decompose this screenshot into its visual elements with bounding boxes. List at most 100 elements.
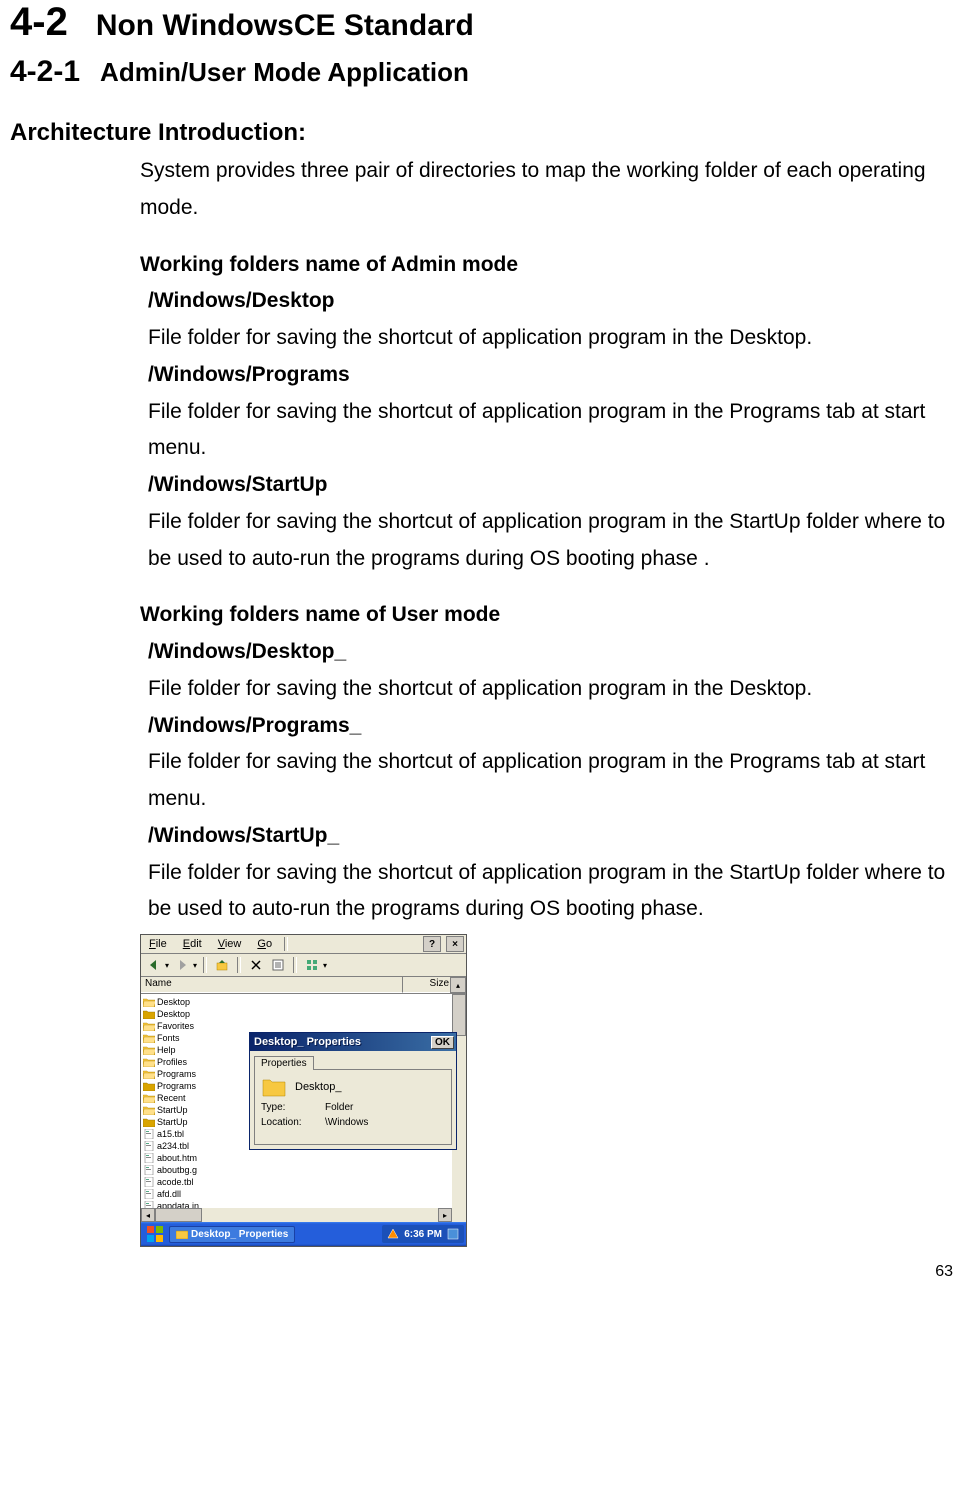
- file-icon: [143, 1177, 155, 1187]
- menubar: File Edit View Go ? ×: [141, 935, 466, 954]
- properties-titlebar[interactable]: Desktop_ Properties OK: [250, 1033, 456, 1051]
- file-icon: [143, 1189, 155, 1199]
- properties-panel: Desktop_ Type: Folder Location: \Windows: [254, 1069, 452, 1145]
- folder-icon: [261, 1076, 287, 1098]
- up-folder-button[interactable]: [213, 956, 231, 974]
- list-item-label: afd.dll: [157, 1189, 181, 1199]
- user-mode-heading: Working folders name of User mode: [140, 597, 963, 634]
- explorer-screenshot: File Edit View Go ? × ▾ ▾: [140, 934, 467, 1247]
- menu-edit[interactable]: Edit: [177, 938, 208, 950]
- ok-button[interactable]: OK: [431, 1036, 454, 1049]
- list-item[interactable]: Desktop: [143, 1008, 261, 1020]
- file-list: DesktopDesktopFavoritesFontsHelpProfiles…: [143, 996, 261, 1222]
- scroll-up-button[interactable]: ▴: [450, 977, 466, 993]
- list-item-label: a15.tbl: [157, 1129, 184, 1139]
- list-item-label: Help: [157, 1045, 176, 1055]
- back-button[interactable]: [145, 956, 163, 974]
- delete-button[interactable]: [247, 956, 265, 974]
- scroll-right-button[interactable]: ▸: [438, 1208, 452, 1222]
- toolbar-separator-2: [237, 957, 241, 973]
- list-item[interactable]: aboutbg.g: [143, 1164, 261, 1176]
- view-button[interactable]: [303, 956, 321, 974]
- list-item[interactable]: Programs: [143, 1080, 261, 1092]
- list-item[interactable]: Programs: [143, 1068, 261, 1080]
- folder-open-icon: [143, 1033, 155, 1043]
- menu-go[interactable]: Go: [251, 938, 278, 950]
- show-desktop-icon[interactable]: [446, 1227, 460, 1241]
- properties-button[interactable]: [269, 956, 287, 974]
- folder-open-icon: [143, 997, 155, 1007]
- help-button[interactable]: ?: [423, 936, 441, 952]
- list-item[interactable]: Fonts: [143, 1032, 261, 1044]
- forward-dropdown-icon[interactable]: ▾: [193, 961, 197, 970]
- heading-4-2-num: 4-2: [10, 0, 68, 45]
- admin-folder-programs-desc: File folder for saving the shortcut of a…: [148, 394, 963, 468]
- admin-folder-startup-name: /Windows/StartUp: [148, 467, 963, 504]
- list-item[interactable]: Recent: [143, 1092, 261, 1104]
- list-item[interactable]: Desktop: [143, 996, 261, 1008]
- user-folder-desktop-name: /Windows/Desktop_: [148, 634, 963, 671]
- list-item-label: acode.tbl: [157, 1177, 194, 1187]
- menu-view[interactable]: View: [212, 938, 248, 950]
- toolbar-separator-1: [203, 957, 207, 973]
- list-item-label: aboutbg.g: [157, 1165, 197, 1175]
- list-item[interactable]: Profiles: [143, 1056, 261, 1068]
- list-item-label: Favorites: [157, 1021, 194, 1031]
- forward-button[interactable]: [173, 956, 191, 974]
- list-item[interactable]: acode.tbl: [143, 1176, 261, 1188]
- scroll-left-button[interactable]: ◂: [141, 1208, 155, 1222]
- clock[interactable]: 6:36 PM: [404, 1229, 442, 1240]
- folder-icon: [143, 1081, 155, 1091]
- folder-icon: [143, 1117, 155, 1127]
- system-tray: 6:36 PM: [382, 1225, 464, 1243]
- list-item[interactable]: a15.tbl: [143, 1128, 261, 1140]
- toolbar: ▾ ▾ ▾: [141, 954, 466, 977]
- list-item[interactable]: about.htm: [143, 1152, 261, 1164]
- intro-paragraph: System provides three pair of directorie…: [140, 153, 963, 227]
- folder-open-icon: [143, 1069, 155, 1079]
- list-item[interactable]: a234.tbl: [143, 1140, 261, 1152]
- heading-4-2: 4-2 Non WindowsCE Standard: [10, 0, 963, 45]
- properties-tab[interactable]: Properties: [254, 1056, 314, 1070]
- file-icon: [143, 1165, 155, 1175]
- horizontal-scrollbar[interactable]: ◂ ▸: [141, 1208, 452, 1222]
- page-number: 63: [10, 1263, 963, 1281]
- close-button[interactable]: ×: [446, 936, 464, 952]
- list-item[interactable]: Favorites: [143, 1020, 261, 1032]
- taskbar-item[interactable]: Desktop_ Properties: [169, 1226, 295, 1243]
- list-item[interactable]: afd.dll: [143, 1188, 261, 1200]
- folder-icon: [143, 1009, 155, 1019]
- heading-4-2-1-title: Admin/User Mode Application: [100, 57, 469, 88]
- menu-file[interactable]: File: [143, 938, 173, 950]
- folder-open-icon: [143, 1021, 155, 1031]
- back-dropdown-icon[interactable]: ▾: [165, 961, 169, 970]
- list-item-label: Fonts: [157, 1033, 180, 1043]
- view-dropdown-icon[interactable]: ▾: [323, 961, 327, 970]
- start-button[interactable]: [143, 1224, 167, 1244]
- properties-dialog: Desktop_ Properties OK Properties Deskto…: [249, 1032, 457, 1150]
- admin-folder-startup-desc: File folder for saving the shortcut of a…: [148, 504, 963, 578]
- list-item[interactable]: Help: [143, 1044, 261, 1056]
- folder-open-icon: [143, 1057, 155, 1067]
- file-icon: [143, 1153, 155, 1163]
- list-item[interactable]: StartUp: [143, 1116, 261, 1128]
- file-icon: [143, 1129, 155, 1139]
- column-headers: Name Size ▴: [141, 977, 466, 994]
- scrollbar-corner: [452, 1208, 466, 1222]
- location-label: Location:: [261, 1117, 317, 1128]
- file-icon: [143, 1141, 155, 1151]
- list-item-label: Programs: [157, 1081, 196, 1091]
- heading-4-2-1: 4-2-1 Admin/User Mode Application: [10, 55, 963, 89]
- scroll-thumb-v[interactable]: [452, 994, 466, 1036]
- type-value: Folder: [325, 1102, 353, 1113]
- list-item[interactable]: StartUp: [143, 1104, 261, 1116]
- folder-open-icon: [143, 1093, 155, 1103]
- column-name[interactable]: Name: [141, 977, 403, 993]
- tray-icon[interactable]: [386, 1227, 400, 1241]
- scroll-thumb-h[interactable]: [155, 1208, 202, 1222]
- type-label: Type:: [261, 1102, 317, 1113]
- list-item-label: StartUp: [157, 1105, 188, 1115]
- list-item-label: about.htm: [157, 1153, 197, 1163]
- admin-mode-heading: Working folders name of Admin mode: [140, 247, 963, 284]
- user-folder-programs-desc: File folder for saving the shortcut of a…: [148, 744, 963, 818]
